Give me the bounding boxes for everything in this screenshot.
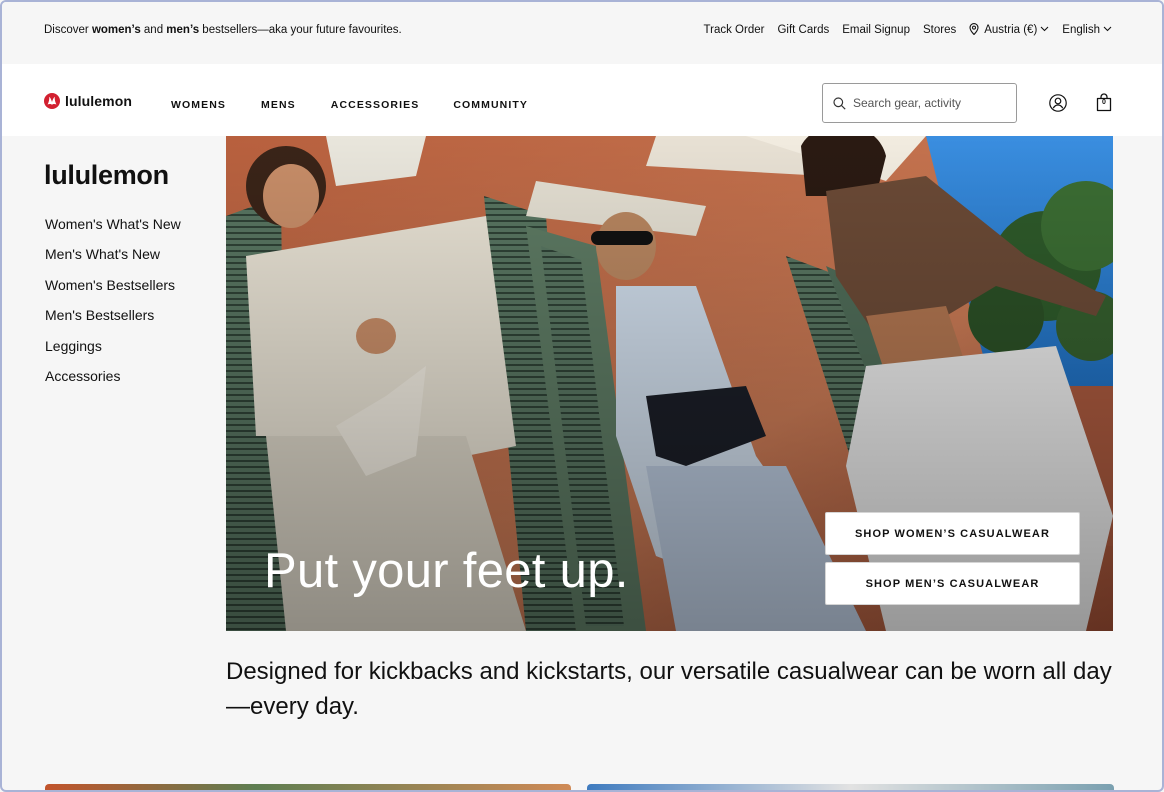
gift-cards-link[interactable]: Gift Cards bbox=[777, 24, 829, 36]
promo-text-suffix: bestsellers—aka your future favourites. bbox=[199, 24, 402, 36]
chevron-down-icon bbox=[1040, 26, 1049, 32]
chevron-down-icon bbox=[1103, 26, 1112, 31]
promo-text-mid: and bbox=[140, 24, 167, 36]
shop-womens-casualwear-button[interactable]: SHOP WOMEN’S CASUALWEAR bbox=[825, 512, 1080, 555]
hero-banner[interactable]: Put your feet up. SHOP WOMEN’S CASUALWEA… bbox=[226, 136, 1113, 631]
logo-text: lululemon bbox=[65, 93, 133, 109]
lululemon-logo-icon bbox=[44, 93, 60, 109]
sidebar-item-womens-whats-new[interactable]: Women's What's New bbox=[45, 215, 181, 245]
utility-links: Track Order Gift Cards Email Signup Stor… bbox=[704, 23, 1112, 36]
hero-description: Designed for kickbacks and kickstarts, o… bbox=[226, 658, 1112, 720]
stores-link[interactable]: Stores bbox=[923, 24, 956, 36]
sidebar-item-mens-bestsellers[interactable]: Men's Bestsellers bbox=[45, 306, 181, 336]
hero-headline: Put your feet up. bbox=[264, 544, 629, 598]
promo-message[interactable]: Discover women’s and men’s bestsellers—a… bbox=[44, 24, 402, 36]
bag-count: 0 bbox=[1102, 99, 1106, 106]
sidebar-item-mens-whats-new[interactable]: Men's What's New bbox=[45, 245, 181, 275]
region-selector[interactable]: Austria (€) bbox=[969, 23, 1049, 36]
search-box[interactable] bbox=[822, 83, 1017, 123]
promo-text-prefix: Discover bbox=[44, 24, 92, 36]
pin-icon bbox=[969, 23, 979, 35]
primary-nav: WOMENS MENS ACCESSORIES COMMUNITY bbox=[171, 99, 528, 111]
logo[interactable]: lululemon bbox=[44, 93, 132, 109]
browser-frame: Discover women’s and men’s bestsellers—a… bbox=[0, 0, 1164, 792]
email-signup-link[interactable]: Email Signup bbox=[842, 24, 910, 36]
page-title: lululemon bbox=[44, 160, 169, 190]
search-icon bbox=[833, 96, 846, 110]
tile-left[interactable] bbox=[45, 784, 571, 790]
region-label: Austria (€) bbox=[984, 24, 1038, 36]
nav-community[interactable]: COMMUNITY bbox=[453, 99, 528, 111]
track-order-link[interactable]: Track Order bbox=[704, 24, 765, 36]
nav-accessories[interactable]: ACCESSORIES bbox=[331, 99, 420, 111]
language-label: English bbox=[1062, 23, 1100, 36]
search-input[interactable] bbox=[853, 96, 1003, 110]
promo-bar: Discover women’s and men’s bestsellers—a… bbox=[2, 2, 1162, 64]
account-icon[interactable] bbox=[1049, 94, 1067, 112]
sidebar-links: Women's What's New Men's What's New Wome… bbox=[45, 215, 181, 397]
sidebar-item-accessories[interactable]: Accessories bbox=[45, 367, 181, 397]
language-selector[interactable]: English bbox=[1062, 24, 1112, 36]
sidebar-item-womens-bestsellers[interactable]: Women's Bestsellers bbox=[45, 276, 181, 306]
promo-text-men: men’s bbox=[166, 24, 200, 36]
tile-right[interactable] bbox=[587, 784, 1114, 790]
nav-mens[interactable]: MENS bbox=[261, 99, 296, 111]
shop-mens-casualwear-button[interactable]: SHOP MEN’S CASUALWEAR bbox=[825, 562, 1080, 605]
product-tiles-preview bbox=[2, 784, 1162, 790]
sidebar-item-leggings[interactable]: Leggings bbox=[45, 337, 181, 367]
main-header: lululemon WOMENS MENS ACCESSORIES COMMUN… bbox=[2, 64, 1162, 136]
nav-womens[interactable]: WOMENS bbox=[171, 99, 226, 111]
promo-text-women: women’s bbox=[91, 24, 141, 36]
